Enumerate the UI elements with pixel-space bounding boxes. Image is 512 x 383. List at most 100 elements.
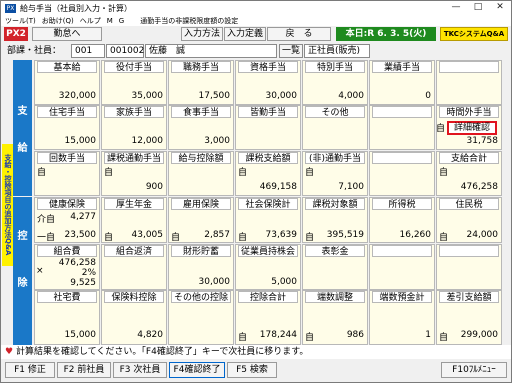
union-rate: 2%: [81, 268, 96, 278]
kojo-value: 1: [425, 330, 431, 340]
kojo-value: 15,000: [64, 330, 97, 340]
ji-mark: 自: [439, 233, 449, 243]
shikyu-value: 476,258: [460, 182, 498, 192]
shikyu-header: [372, 106, 432, 118]
kojo-header: その他の控除: [171, 291, 231, 303]
shikyu-header: 課税支給額: [238, 152, 298, 164]
ji-mark: 一自: [37, 233, 56, 243]
shikyu-header: 業績手当: [372, 61, 432, 73]
shikyu-value: 30,000: [265, 91, 298, 101]
f10-button[interactable]: F10ﾌﾙﾒﾆｭｰ: [441, 362, 507, 378]
shikyu-header: 役付手当: [104, 61, 164, 73]
kojo-header: 表彰金: [305, 245, 365, 257]
kou-char: 控: [17, 231, 28, 242]
shikyu-value: 469,158: [259, 182, 297, 192]
ji-mark: 自: [104, 233, 114, 243]
union-amount: 9,525: [70, 278, 96, 288]
shikyu-side-label: 支 給: [13, 60, 32, 196]
kojo-header: 厚生年金: [104, 198, 164, 210]
shikyu-value: 31,758: [466, 136, 499, 146]
shikyu-header: 家族手当: [104, 106, 164, 118]
input-method-button[interactable]: 入力方法: [181, 27, 223, 41]
tkc-qa-button[interactable]: TKCシステムQ&A: [440, 27, 508, 41]
ji-mark: 自: [37, 168, 47, 178]
function-key-bar: F1 修正 F2 前社員 F3 次社員 F4確認終了 F5 検索 F10ﾌﾙﾒﾆ…: [1, 360, 511, 382]
kojo-header: 社宅費: [37, 291, 97, 303]
kojo-header: [372, 245, 432, 257]
kojo-header: 社会保険計: [238, 198, 298, 210]
menu-omakase[interactable]: お助け(Q): [42, 16, 74, 26]
kojo-value: 16,260: [399, 230, 432, 240]
kojo-header: 組合費: [37, 245, 97, 257]
f4-button[interactable]: F4確認終了: [169, 362, 225, 378]
back-button[interactable]: 戻 る: [267, 27, 331, 41]
menu-m-icon[interactable]: M: [107, 17, 113, 25]
menu-tool[interactable]: ツール(T): [5, 16, 36, 26]
shikyu-header: 給与控除額: [171, 152, 231, 164]
menu-bar: ツール(T) お助け(Q) ヘルプ M G 通勤手当の非課税限度額の設定: [1, 15, 511, 26]
shi-char: 支: [17, 106, 28, 117]
app-window: PX 給与手当（社員別入力・計算） — □ ✕ ツール(T) お助け(Q) ヘル…: [0, 0, 512, 383]
shikyu-header: 食事手当: [171, 106, 231, 118]
bukasha-label: 部課・社員：: [7, 46, 62, 56]
union-base: 476,258: [58, 258, 96, 268]
kojo-header: 所得税: [372, 198, 432, 210]
f3-button[interactable]: F3 次社員: [113, 362, 167, 378]
kojo-side-label: 控 除: [13, 197, 32, 345]
f5-button[interactable]: F5 検索: [227, 362, 277, 378]
f1-button[interactable]: F1 修正: [5, 362, 55, 378]
detail-check-button[interactable]: 詳細確認: [447, 121, 497, 135]
kojo-header: 端数預金計: [372, 291, 432, 303]
shikyu-header: 支給合計: [439, 152, 499, 164]
kojo-header: 雇用保険: [171, 198, 231, 210]
kojo-value: 5,000: [271, 277, 297, 287]
menu-help[interactable]: ヘルプ: [80, 16, 101, 26]
menu-commute-limit[interactable]: 通勤手当の非課税限度額の設定: [140, 16, 238, 26]
shikyu-header: [439, 61, 499, 73]
close-button[interactable]: ✕: [489, 1, 511, 15]
kojo-value: 30,000: [198, 277, 231, 287]
shikyu-value: 320,000: [58, 91, 96, 101]
kojo-header: 差引支給額: [439, 291, 499, 303]
shikyu-header: 住宅手当: [37, 106, 97, 118]
shikyu-value: 0: [425, 91, 431, 101]
ji-mark: 自: [305, 233, 315, 243]
employee-row: 部課・社員： 001 001002 佐藤 誠 一覧 正社員(販売): [1, 43, 511, 59]
input-def-button[interactable]: 入力定義: [224, 27, 266, 41]
ji-mark: 自: [238, 168, 248, 178]
shikyu-header: 基本給: [37, 61, 97, 73]
jo-char: 除: [17, 278, 28, 289]
shikyu-header: 資格手当: [238, 61, 298, 73]
kojo-header: 組合返済: [104, 245, 164, 257]
toolbar: PX2 勤怠へ 入力方法 入力定義 戻 る 本日:R 6. 3. 5(火) TK…: [1, 26, 511, 42]
shikyu-header: 回数手当: [37, 152, 97, 164]
shikyu-header: 皆勤手当: [238, 106, 298, 118]
maximize-button[interactable]: □: [467, 1, 489, 15]
kintai-button[interactable]: 勤怠へ: [32, 27, 102, 41]
shikyu-header: [372, 152, 432, 164]
kyu-char: 給: [17, 143, 28, 154]
kojo-header: 従業員持株会: [238, 245, 298, 257]
f2-button[interactable]: F2 前社員: [57, 362, 111, 378]
ichiran-button[interactable]: 一覧: [279, 44, 303, 58]
add-items-qa-link[interactable]: 支給・控除項目の追加方法Q&A: [2, 144, 13, 266]
ji-mark: 自: [171, 233, 181, 243]
menu-g-icon[interactable]: G: [119, 17, 124, 25]
payroll-grid: 支 給 控 除 支給・控除項目の追加方法Q&A 基本給 320,000 役付手当 35…: [1, 60, 511, 345]
shikyu-value: 4,000: [338, 91, 364, 101]
bu-field[interactable]: 001: [71, 44, 105, 58]
kojo-header: 財形貯蓄: [171, 245, 231, 257]
shikyu-value: 35,000: [131, 91, 164, 101]
employee-code-field[interactable]: 001002: [106, 44, 144, 58]
shikyu-header: その他: [305, 106, 365, 118]
kojo-header: [439, 245, 499, 257]
ji-mark: 自: [305, 168, 315, 178]
kojo-header: 健康保険: [37, 198, 97, 210]
kojo-header: 課税対象額: [305, 198, 365, 210]
kojo-header: 保険料控除: [104, 291, 164, 303]
minimize-button[interactable]: —: [445, 1, 467, 15]
kojo-header: 控除合計: [238, 291, 298, 303]
ji-mark: 自: [238, 333, 248, 343]
kojo-header: 端数調整: [305, 291, 365, 303]
ji-mark: 自: [305, 333, 315, 343]
